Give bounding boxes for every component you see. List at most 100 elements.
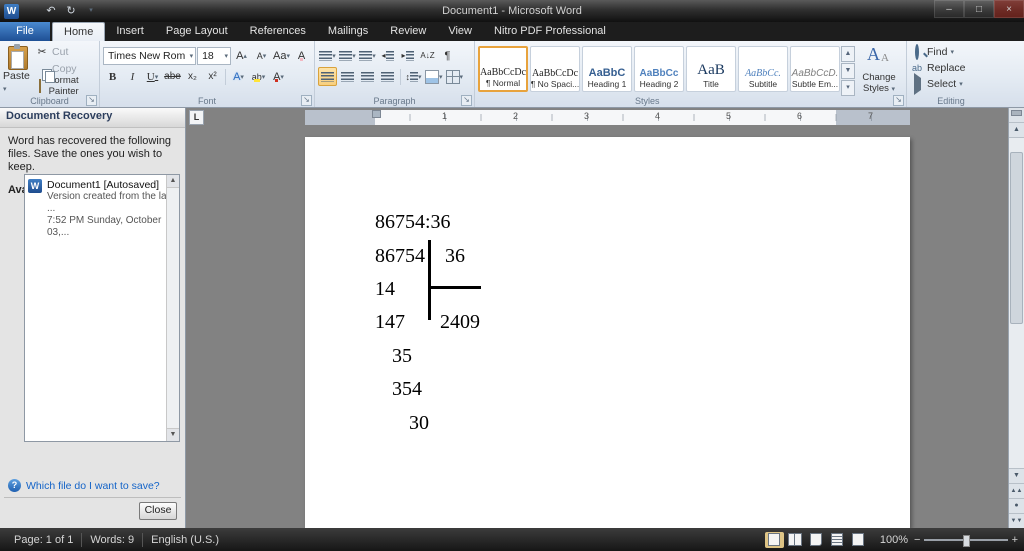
- filelist-scroll-down-icon[interactable]: ▼: [167, 428, 179, 441]
- select-button[interactable]: Select ▾: [910, 73, 992, 95]
- qat-customize-dropdown[interactable]: ▾: [83, 3, 99, 19]
- minimize-button[interactable]: –: [934, 0, 964, 18]
- align-left-button[interactable]: [318, 67, 337, 86]
- tab-nitro-pdf[interactable]: Nitro PDF Professional: [483, 22, 617, 41]
- style-subtle-emphasis[interactable]: AaBbCcD. Subtle Em...: [790, 46, 840, 92]
- shrink-font-button[interactable]: A ▾: [252, 46, 271, 65]
- cut-button[interactable]: ✂ Cut: [35, 44, 96, 60]
- tab-page-layout[interactable]: Page Layout: [155, 22, 239, 41]
- page-indicator[interactable]: Page: 1 of 1: [6, 528, 81, 551]
- horizontal-ruler[interactable]: 1 2 3 4 5 6 7: [305, 110, 910, 125]
- italic-button[interactable]: I: [123, 67, 142, 86]
- work-line-1[interactable]: 35: [392, 345, 412, 368]
- zoom-level[interactable]: 100%: [880, 534, 908, 546]
- language-indicator[interactable]: English (U.S.): [143, 528, 227, 551]
- style-no-spacing[interactable]: AaBbCcDc ¶ No Spaci...: [530, 46, 580, 92]
- sort-button[interactable]: A↓Z: [418, 46, 437, 65]
- work-line-3[interactable]: 30: [409, 412, 429, 435]
- tab-view[interactable]: View: [437, 22, 483, 41]
- strikethrough-button[interactable]: abe: [163, 67, 182, 86]
- tab-mailings[interactable]: Mailings: [317, 22, 379, 41]
- show-hide-button[interactable]: ¶: [438, 46, 457, 65]
- dividend[interactable]: 86754: [375, 245, 425, 268]
- zoom-in-button[interactable]: +: [1012, 533, 1018, 547]
- bullets-button[interactable]: ▾: [318, 46, 337, 65]
- division-expression[interactable]: 86754:36: [375, 211, 451, 234]
- tab-insert[interactable]: Insert: [105, 22, 155, 41]
- recovered-file-item[interactable]: W Document1 [Autosaved] Version created …: [25, 175, 179, 243]
- document-page[interactable]: 86754:36 86754 36 14 147 2409 35 354 30: [305, 137, 910, 528]
- decrease-indent-button[interactable]: ◂: [378, 46, 397, 65]
- remainder-line-2[interactable]: 147: [375, 311, 405, 334]
- style-subtitle[interactable]: AaBbCc. Subtitle: [738, 46, 788, 92]
- zoom-slider[interactable]: − +: [914, 533, 1018, 547]
- numbering-button[interactable]: ▾: [338, 46, 357, 65]
- close-button[interactable]: ×: [994, 0, 1024, 18]
- which-file-help-link[interactable]: Which file do I want to save?: [26, 480, 160, 492]
- tab-review[interactable]: Review: [379, 22, 437, 41]
- divisor[interactable]: 36: [445, 245, 465, 268]
- borders-button[interactable]: ▾: [445, 67, 465, 86]
- previous-page-button[interactable]: ▲▲: [1009, 483, 1024, 498]
- style-heading-1[interactable]: AaBbC Heading 1: [582, 46, 632, 92]
- font-size-combo[interactable]: 18 ▾: [197, 46, 231, 65]
- change-styles-button[interactable]: AA Change Styles ▾: [856, 44, 902, 94]
- text-effects-button[interactable]: A ▾: [229, 67, 248, 86]
- scrollbar-thumb[interactable]: [1010, 152, 1023, 324]
- shading-button[interactable]: ▾: [424, 67, 444, 86]
- tab-file[interactable]: File: [0, 22, 50, 41]
- word-count[interactable]: Words: 9: [82, 528, 142, 551]
- outline-view-button[interactable]: [828, 532, 847, 548]
- ruler-toggle-button[interactable]: [1009, 108, 1024, 123]
- find-button[interactable]: Find ▾: [910, 44, 992, 60]
- multilevel-list-button[interactable]: ▾: [358, 46, 377, 65]
- undo-button[interactable]: ↶: [43, 3, 59, 19]
- repeat-button[interactable]: ↻: [63, 3, 79, 19]
- indent-marker[interactable]: [372, 110, 381, 118]
- style-heading-2[interactable]: AaBbCc Heading 2: [634, 46, 684, 92]
- vertical-scrollbar[interactable]: ▲ ▼ ▲▲ ● ▼▼: [1008, 108, 1024, 528]
- zoom-out-button[interactable]: −: [914, 533, 920, 547]
- grow-font-button[interactable]: A ▴: [232, 46, 251, 65]
- next-page-button[interactable]: ▼▼: [1009, 513, 1024, 528]
- justify-button[interactable]: [378, 67, 397, 86]
- align-center-button[interactable]: [338, 67, 357, 86]
- change-case-button[interactable]: Aa ▾: [272, 46, 291, 65]
- filelist-scroll-up-icon[interactable]: ▲: [167, 175, 179, 188]
- word-logo-icon[interactable]: W: [4, 3, 19, 19]
- align-right-button[interactable]: [358, 67, 377, 86]
- web-layout-view-button[interactable]: [807, 532, 826, 548]
- zoom-thumb[interactable]: [963, 534, 970, 547]
- scroll-up-button[interactable]: ▲: [1009, 123, 1024, 138]
- quotient[interactable]: 2409: [440, 311, 480, 334]
- styles-scroll-down[interactable]: ▼: [841, 63, 855, 79]
- style-title[interactable]: AaB Title: [686, 46, 736, 92]
- recovery-close-button[interactable]: Close: [139, 502, 177, 520]
- work-line-2[interactable]: 354: [392, 378, 422, 401]
- styles-scroll-up[interactable]: ▲: [841, 46, 855, 62]
- tab-references[interactable]: References: [239, 22, 317, 41]
- clear-formatting-button[interactable]: A: [292, 46, 311, 65]
- print-layout-view-button[interactable]: [764, 531, 784, 548]
- maximize-button[interactable]: □: [964, 0, 994, 18]
- underline-button[interactable]: U ▾: [143, 67, 162, 86]
- superscript-button[interactable]: x²: [203, 67, 222, 86]
- bold-button[interactable]: B: [103, 67, 122, 86]
- draft-view-button[interactable]: [849, 532, 868, 548]
- tab-stop-selector[interactable]: L: [189, 110, 204, 125]
- tab-home[interactable]: Home: [52, 22, 106, 41]
- font-family-combo[interactable]: Times New Rom ▾: [103, 46, 197, 65]
- font-color-button[interactable]: A ▾: [269, 67, 288, 86]
- subscript-button[interactable]: x₂: [183, 67, 202, 86]
- remainder-line-1[interactable]: 14: [375, 278, 395, 301]
- replace-button[interactable]: ab Replace: [910, 60, 992, 76]
- filelist-scrollbar[interactable]: ▲ ▼: [166, 175, 179, 441]
- highlight-button[interactable]: ab ▾: [249, 67, 268, 86]
- select-browse-object-button[interactable]: ●: [1009, 498, 1024, 513]
- styles-more-button[interactable]: ▾: [841, 80, 855, 96]
- increase-indent-button[interactable]: ▸: [398, 46, 417, 65]
- line-spacing-button[interactable]: ↕ ▾: [404, 67, 423, 86]
- style-normal[interactable]: AaBbCcDc ¶ Normal: [478, 46, 528, 92]
- paste-button[interactable]: Paste ▾: [3, 44, 32, 94]
- scroll-down-button[interactable]: ▼: [1009, 468, 1024, 483]
